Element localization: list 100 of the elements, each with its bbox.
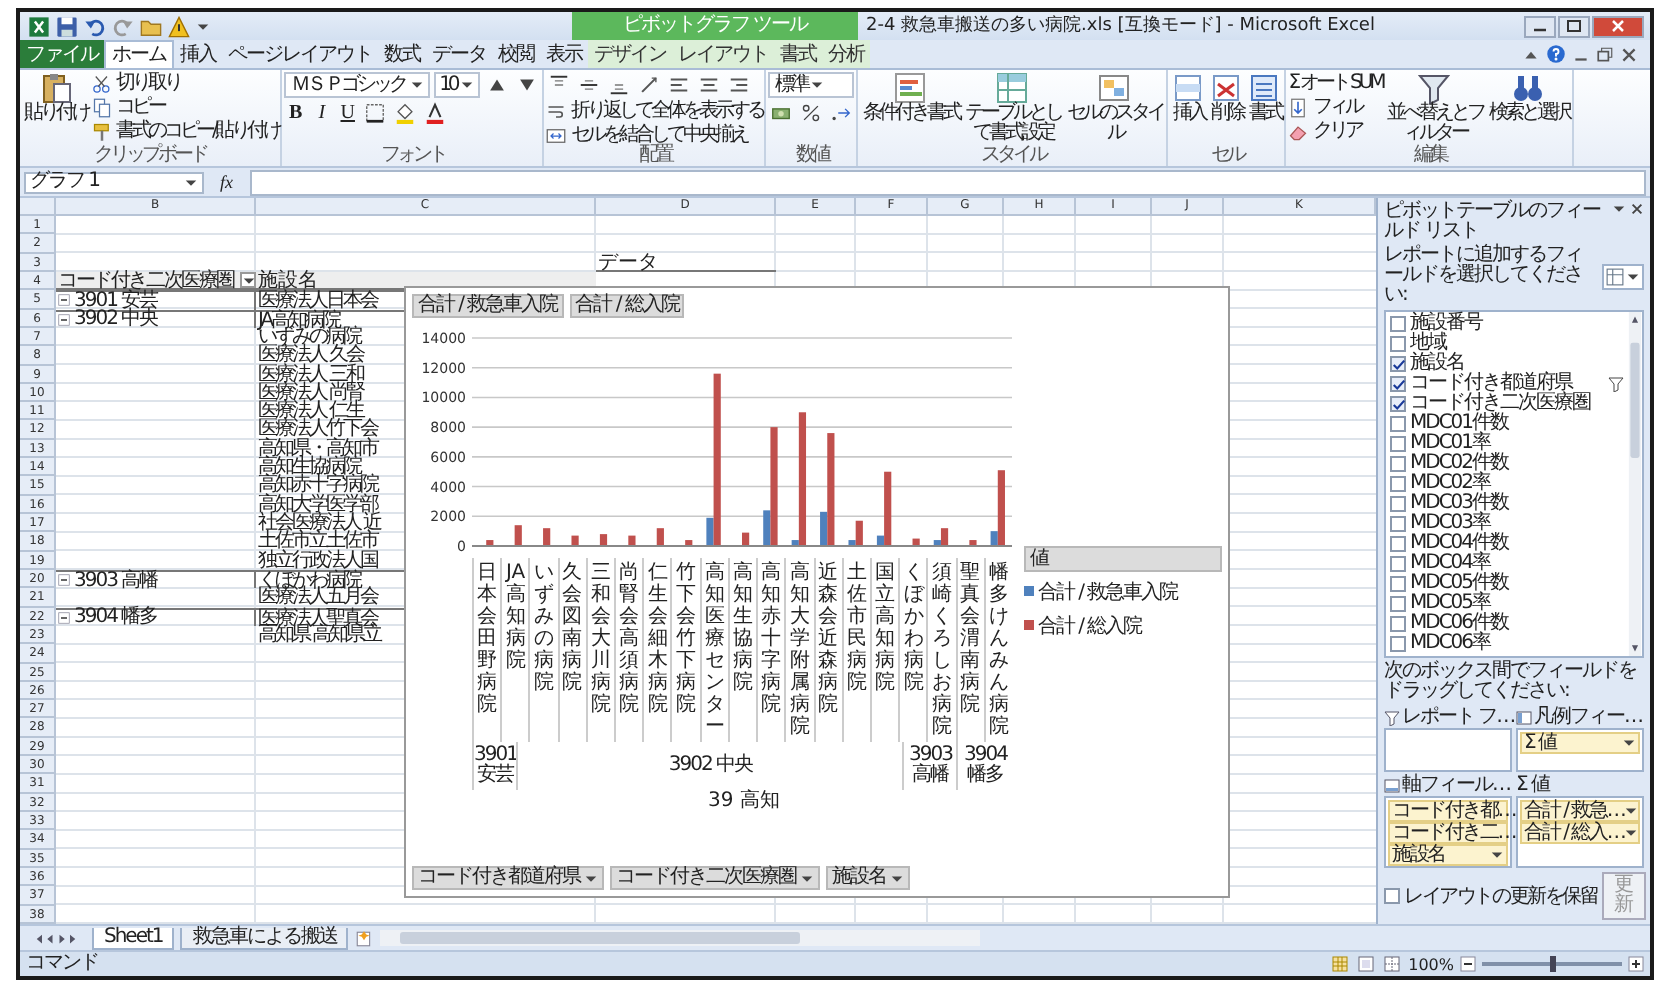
pane-instruction: 次のボックス間でフィールドをドラッグしてください: <box>1384 662 1638 702</box>
sheet-tab[interactable]: Sheet1 <box>92 927 175 949</box>
category-label: 土佐市民病院 <box>846 562 867 698</box>
ribbon-button[interactable]: フィル <box>1288 96 1383 118</box>
field-label[interactable]: MDC01件数 <box>1410 414 1509 434</box>
area-field-button[interactable]: Σ 値 <box>1520 732 1640 754</box>
checkbox-label: レイアウトの更新を保留 <box>1404 883 1598 910</box>
format-button[interactable]: B <box>284 102 307 124</box>
group-label: クリップボード <box>92 146 209 166</box>
group-label: スタイル <box>978 146 1048 166</box>
ribbon-button[interactable]: クリア <box>1288 120 1383 142</box>
ribbon-tab[interactable]: 数式 <box>378 40 426 68</box>
group-axis-label: 3903 高幡 <box>907 746 955 786</box>
area-label: 凡例フィー… <box>1534 707 1642 727</box>
category-label: 高知大学附属病院 <box>789 562 810 742</box>
dropdown-field[interactable]: 10 <box>433 72 481 98</box>
category-label: JA高知病院 <box>505 562 526 676</box>
ribbon-button[interactable]: Σ オート SUM <box>1288 72 1383 94</box>
ribbon-tab[interactable]: 校閲 <box>492 40 540 68</box>
ribbon-button[interactable]: 削除 <box>1208 72 1245 124</box>
ribbon-button[interactable]: テーブルとして書式設定 <box>962 72 1063 144</box>
ribbon-tab[interactable]: ホーム <box>104 40 174 68</box>
category-label: 須崎くろしお病院 <box>931 562 952 742</box>
chart-field-button[interactable]: 合計 / 総入院 <box>569 294 685 318</box>
field-label[interactable]: コード付き二次医療圏 <box>1410 394 1590 414</box>
field-label[interactable]: 施設名 <box>1410 354 1464 374</box>
ribbon-tab[interactable]: 書式 <box>774 40 822 68</box>
format-button[interactable]: U <box>336 102 359 124</box>
insert-function-button[interactable]: fx <box>212 172 241 192</box>
field-label[interactable]: MDC03率 <box>1410 514 1491 534</box>
category-label: 仁生会細木病院 <box>647 562 668 720</box>
format-button[interactable]: I <box>310 102 333 124</box>
ribbon-button[interactable]: 折り返して全体を表示する <box>546 100 763 122</box>
field-label[interactable]: MDC01率 <box>1410 434 1491 454</box>
group-label: 3903 高幡 <box>74 571 158 590</box>
legend-field-button[interactable]: 値 <box>1024 545 1222 571</box>
field-label[interactable]: MDC04率 <box>1410 554 1491 574</box>
ribbon-tab[interactable]: デザイン <box>588 40 672 68</box>
ribbon-tab[interactable]: ページレイアウト <box>222 40 378 68</box>
field-label[interactable]: MDC04件数 <box>1410 534 1509 554</box>
ribbon-button[interactable]: 書式 <box>1246 72 1283 124</box>
field-label[interactable]: 施設番号 <box>1410 314 1482 334</box>
group-axis-label: 3901 安芸 <box>474 746 517 786</box>
chart-field-button[interactable]: コード付き都道府県 <box>412 866 604 890</box>
area-field-button[interactable]: 合計 / 救急… <box>1520 800 1640 822</box>
field-label[interactable]: MDC05件数 <box>1410 574 1509 594</box>
zoom-level[interactable]: 100% <box>1408 955 1454 973</box>
field-label[interactable]: MDC05率 <box>1410 594 1491 614</box>
ribbon-button[interactable]: 並べ替えとフィルター <box>1384 72 1485 144</box>
group-label: 3902 中央 <box>74 310 158 329</box>
ribbon-button[interactable]: セルを結合して中央揃え <box>546 124 763 146</box>
dropdown-field[interactable]: ＭＳ Ｐゴシック <box>284 72 430 98</box>
field-label[interactable]: MDC06率 <box>1410 634 1491 654</box>
category-label: 高知生協病院 <box>732 562 753 698</box>
table-cell: 独立行政法人国 <box>258 549 377 572</box>
field-label[interactable]: MDC06件数 <box>1410 614 1509 634</box>
ribbon-button[interactable]: 切り取り <box>92 72 279 94</box>
field-label[interactable]: MDC03件数 <box>1410 494 1509 514</box>
ribbon-tab[interactable]: データ <box>426 40 492 68</box>
axis-title: 39 高知 <box>706 790 782 812</box>
field-label[interactable]: コード付き都道府県 <box>1410 374 1572 394</box>
legend-label: 合計 / 総入院 <box>1038 613 1142 639</box>
ribbon-tab[interactable]: 分析 <box>822 40 870 68</box>
ribbon-button[interactable]: 貼り付け <box>22 72 90 124</box>
window-title: 2-4 救急車搬送の多い病院.xls [互換モード] - Microsoft Excel <box>864 13 1377 40</box>
ribbon-tab[interactable]: 挿入 <box>174 40 222 68</box>
ribbon-button[interactable]: 条件付き書式 <box>860 72 961 124</box>
ribbon-button[interactable]: セルのスタイル <box>1064 72 1165 144</box>
area-field-button[interactable]: 施設名 <box>1388 844 1508 866</box>
ribbon-button[interactable]: 挿入 <box>1170 72 1207 124</box>
dropdown-field[interactable]: 標準 <box>768 72 855 98</box>
category-label: 幡多けんみん病院 <box>988 562 1009 742</box>
ribbon-tab[interactable]: ファイル <box>20 40 104 68</box>
table-cell: 高知県 高知県立 <box>258 623 381 646</box>
ribbon-tab[interactable]: 表示 <box>540 40 588 68</box>
category-label: 聖真会渭南病院 <box>960 562 981 720</box>
field-label[interactable]: MDC02率 <box>1410 474 1491 494</box>
ribbon-tab[interactable]: レイアウト <box>672 40 774 68</box>
ribbon-button[interactable]: 検索と選択 <box>1486 72 1571 124</box>
category-label: 日本会田野病院 <box>477 562 498 720</box>
status-mode: コマンド <box>26 954 98 974</box>
pane-prompt: レポートに追加するフィールドを選択してください: <box>1384 246 1584 306</box>
area-label: 軸フィール… <box>1402 775 1510 795</box>
group-label: セル <box>1208 146 1246 166</box>
name-box[interactable]: グラフ 1 <box>24 171 204 193</box>
category-label: 高知医療センター <box>704 562 725 742</box>
field-label[interactable]: MDC02件数 <box>1410 454 1509 474</box>
sheet-tab[interactable]: 救急車による搬送 <box>180 927 349 949</box>
group-axis-label: 3904 幡多 <box>962 746 1010 786</box>
chart-field-button[interactable]: 合計 / 救急車入院 <box>412 294 564 318</box>
chart-field-button[interactable]: コード付き二次医療圏 <box>610 866 820 890</box>
context-tab-header: ピボットグラフ ツール <box>572 12 858 40</box>
table-cell: データ <box>598 251 658 274</box>
ribbon-button[interactable]: コピー <box>92 96 279 118</box>
category-label: 尚腎会高須病院 <box>619 562 640 720</box>
ribbon-button[interactable]: 書式のコピー/貼り付け <box>92 120 279 142</box>
pane-title: ピボットテーブルのフィールド リスト <box>1384 202 1603 242</box>
chart-field-button[interactable]: 施設名 <box>826 866 910 890</box>
field-label[interactable]: 地域 <box>1410 334 1446 354</box>
area-field-button[interactable]: 合計 / 総入… <box>1520 822 1640 844</box>
